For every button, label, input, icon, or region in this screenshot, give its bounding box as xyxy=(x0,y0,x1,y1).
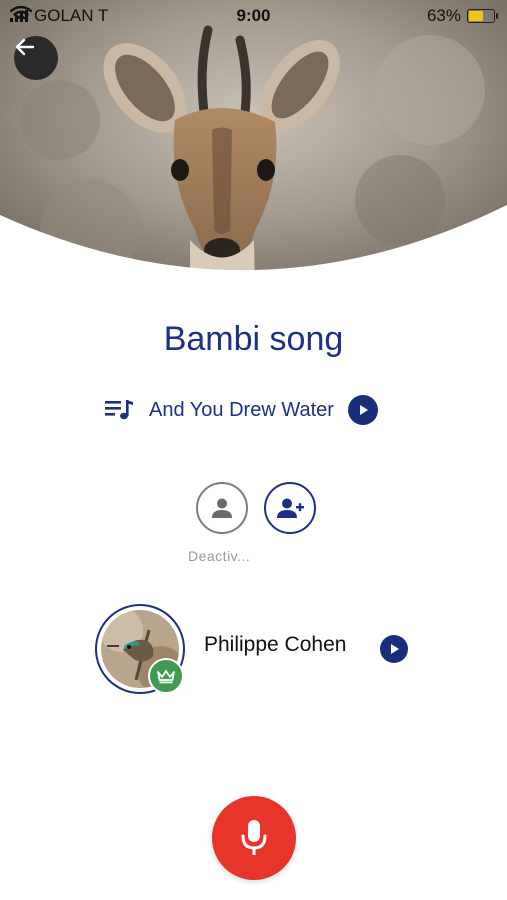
deactivated-user-button[interactable] xyxy=(196,482,248,534)
member-play-button[interactable] xyxy=(380,635,408,663)
crown-icon xyxy=(157,670,175,684)
playlist-music-icon xyxy=(105,400,133,420)
add-person-icon xyxy=(277,498,304,518)
add-participant-button[interactable] xyxy=(264,482,316,534)
owner-badge xyxy=(148,658,184,694)
microphone-icon xyxy=(241,820,267,855)
play-icon xyxy=(359,405,368,415)
song-title: Bambi song xyxy=(163,320,344,358)
track-play-button[interactable] xyxy=(347,395,378,425)
track-name: And You Drew Water xyxy=(149,398,334,421)
member-avatar[interactable] xyxy=(95,604,185,694)
person-icon xyxy=(212,498,232,518)
battery-percent: 63% xyxy=(426,6,461,25)
record-button[interactable] xyxy=(212,796,296,880)
battery-icon xyxy=(467,9,498,23)
track-row[interactable]: And You Drew Water xyxy=(105,395,378,425)
back-button[interactable] xyxy=(14,36,58,80)
deactivated-label: Deactiv... xyxy=(188,548,251,564)
gazelle-photo xyxy=(0,0,507,290)
arrow-left-icon xyxy=(15,38,35,56)
participants-row xyxy=(196,482,316,534)
member-name: Philippe Cohen xyxy=(204,633,347,656)
play-icon xyxy=(391,644,399,654)
status-bar: GOLAN T 9:00 63% xyxy=(0,0,507,30)
hero-image: GOLAN T 9:00 63% xyxy=(0,0,507,290)
